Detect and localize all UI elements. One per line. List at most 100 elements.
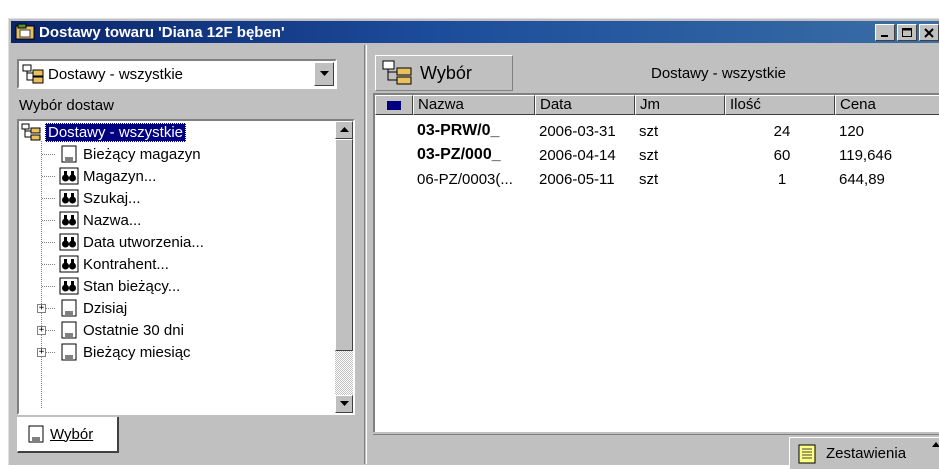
cell-nazwa: 03-PRW/0_: [417, 122, 500, 139]
scroll-up-button[interactable]: [335, 121, 353, 139]
table-row[interactable]: 06-PZ/0003(... 2006-05-11 szt 1 644,89: [375, 167, 939, 191]
tree-item-label: Stan bieżący...: [83, 277, 181, 295]
cell-ilosc: 60: [773, 146, 791, 164]
cell-jm: szt: [639, 170, 659, 188]
dropdown-button[interactable]: [314, 62, 334, 86]
view-title: Dostawy - wszystkie: [651, 65, 787, 82]
tab-wybor[interactable]: Wybór: [17, 417, 119, 453]
close-icon: [924, 27, 934, 38]
column-header-jm[interactable]: Jm: [635, 95, 725, 115]
minimize-icon: [881, 34, 888, 37]
zestawienia-label: Zestawienia: [826, 445, 907, 462]
tree-item-label: Kontrahent...: [83, 255, 169, 273]
binoculars-icon: [59, 211, 79, 229]
column-header-nazwa[interactable]: Nazwa: [413, 95, 535, 115]
tree-item-today[interactable]: Dzisiaj: [59, 297, 127, 319]
table-row[interactable]: 03-PRW/0_ 2006-03-31 szt 24 120: [375, 119, 939, 143]
cell-ilosc: 24: [773, 122, 791, 140]
tree-item-label: Nazwa...: [83, 211, 142, 229]
column-header-ilosc[interactable]: Ilość: [725, 95, 835, 115]
binoculars-icon: [59, 189, 79, 207]
document-icon: [61, 321, 77, 339]
chevron-down-icon: [319, 71, 329, 76]
tree-item-label: Szukaj...: [83, 189, 141, 207]
panel-splitter[interactable]: [364, 45, 367, 464]
arrow-down-icon: [339, 401, 349, 406]
cell-ilosc: 1: [777, 170, 787, 188]
deliveries-panel: Wybór Dostawy - wszystkie Nazwa Data Jm …: [369, 45, 939, 469]
report-icon: [798, 444, 816, 463]
view-select-value: Dostawy - wszystkie: [48, 65, 184, 83]
wybor-button-label: Wybór: [420, 62, 472, 83]
folder-tree-icon: [21, 123, 41, 141]
tab-label: Wybór: [50, 425, 94, 443]
maximize-button[interactable]: [897, 24, 917, 41]
tree-item-current-warehouse[interactable]: Bieżący magazyn: [59, 143, 201, 165]
cell-data: 2006-05-11: [539, 170, 615, 188]
tree-item-label: Data utworzenia...: [83, 233, 204, 251]
binoculars-icon: [59, 255, 79, 273]
expand-icon[interactable]: +: [37, 326, 46, 335]
expand-icon[interactable]: +: [37, 304, 46, 313]
binoculars-icon: [59, 167, 79, 185]
tree-item-label: Ostatnie 30 dni: [83, 321, 184, 339]
document-icon: [61, 145, 77, 163]
binoculars-icon: [59, 233, 79, 251]
cell-nazwa: 03-PZ/000_: [417, 146, 501, 163]
binoculars-icon: [59, 277, 79, 295]
cell-cena: 644,89: [839, 170, 885, 188]
section-label: Wybór dostaw: [19, 97, 114, 114]
close-button[interactable]: [919, 24, 939, 41]
zestawienia-button[interactable]: Zestawienia: [789, 437, 939, 469]
deliveries-grid[interactable]: Nazwa Data Jm Ilość Cena 03-PRW/0_ 2006-…: [373, 93, 939, 432]
maximize-icon: [902, 27, 912, 37]
column-header-data[interactable]: Data: [535, 95, 635, 115]
document-icon: [61, 343, 77, 361]
selection-tree[interactable]: Dostawy - wszystkie Bieżący magazyn Maga…: [17, 119, 355, 415]
cell-cena: 119,646: [839, 146, 893, 164]
document-icon: [28, 425, 44, 443]
folder-tree-icon: [22, 64, 44, 84]
tree-item-label: Bieżący miesiąc: [83, 343, 191, 361]
app-icon: [15, 23, 35, 40]
tree-item-label: Magazyn...: [83, 167, 157, 185]
app-window: Dostawy towaru 'Diana 12F bęben' Dostawy…: [8, 18, 939, 469]
tree-item-last-30-days[interactable]: Ostatnie 30 dni: [59, 319, 184, 341]
tree-item-warehouse[interactable]: Magazyn...: [59, 165, 156, 187]
cell-nazwa: 06-PZ/0003(...: [417, 170, 513, 188]
cell-cena: 120: [839, 122, 865, 140]
cell-jm: szt: [639, 122, 659, 140]
window-title: Dostawy towaru 'Diana 12F bęben': [39, 23, 285, 41]
selection-panel: Dostawy - wszystkie Wybór dostaw Dostawy…: [13, 45, 362, 464]
wybor-button[interactable]: Wybór: [375, 55, 513, 91]
tree-scrollbar[interactable]: [335, 121, 353, 413]
scroll-track[interactable]: [335, 351, 353, 395]
tree-line: [41, 141, 42, 409]
tree-item-label: Dzisiaj: [83, 299, 128, 317]
scroll-thumb[interactable]: [335, 139, 353, 351]
tree-item-label: Bieżący magazyn: [83, 145, 201, 163]
cell-data: 2006-03-31: [539, 122, 616, 140]
tree-item-search[interactable]: Szukaj...: [59, 187, 141, 209]
view-select[interactable]: Dostawy - wszystkie: [17, 59, 337, 89]
tree-item-contractor[interactable]: Kontrahent...: [59, 253, 169, 275]
folder-tree-icon: [382, 60, 412, 85]
tree-item-current-month[interactable]: Bieżący miesiąc: [59, 341, 191, 363]
tree-item-label: Dostawy - wszystkie: [45, 122, 187, 142]
select-all-corner[interactable]: [375, 95, 413, 115]
tree-item-all-deliveries[interactable]: Dostawy - wszystkie: [21, 121, 187, 143]
minimize-button[interactable]: [875, 24, 895, 41]
tree-item-current-stock[interactable]: Stan bieżący...: [59, 275, 180, 297]
window-controls: [873, 24, 939, 41]
table-row[interactable]: 03-PZ/000_ 2006-04-14 szt 60 119,646: [375, 143, 939, 167]
tree-item-creation-date[interactable]: Data utworzenia...: [59, 231, 204, 253]
expand-icon[interactable]: +: [37, 348, 46, 357]
cell-data: 2006-04-14: [539, 146, 616, 164]
arrow-up-icon: [339, 127, 349, 132]
scroll-down-button[interactable]: [335, 395, 353, 413]
column-header-cena[interactable]: Cena: [835, 95, 939, 115]
arrow-up-icon: [932, 442, 939, 447]
grid-header: Nazwa Data Jm Ilość Cena: [375, 95, 939, 115]
title-bar[interactable]: Dostawy towaru 'Diana 12F bęben': [11, 21, 939, 43]
tree-item-name[interactable]: Nazwa...: [59, 209, 141, 231]
